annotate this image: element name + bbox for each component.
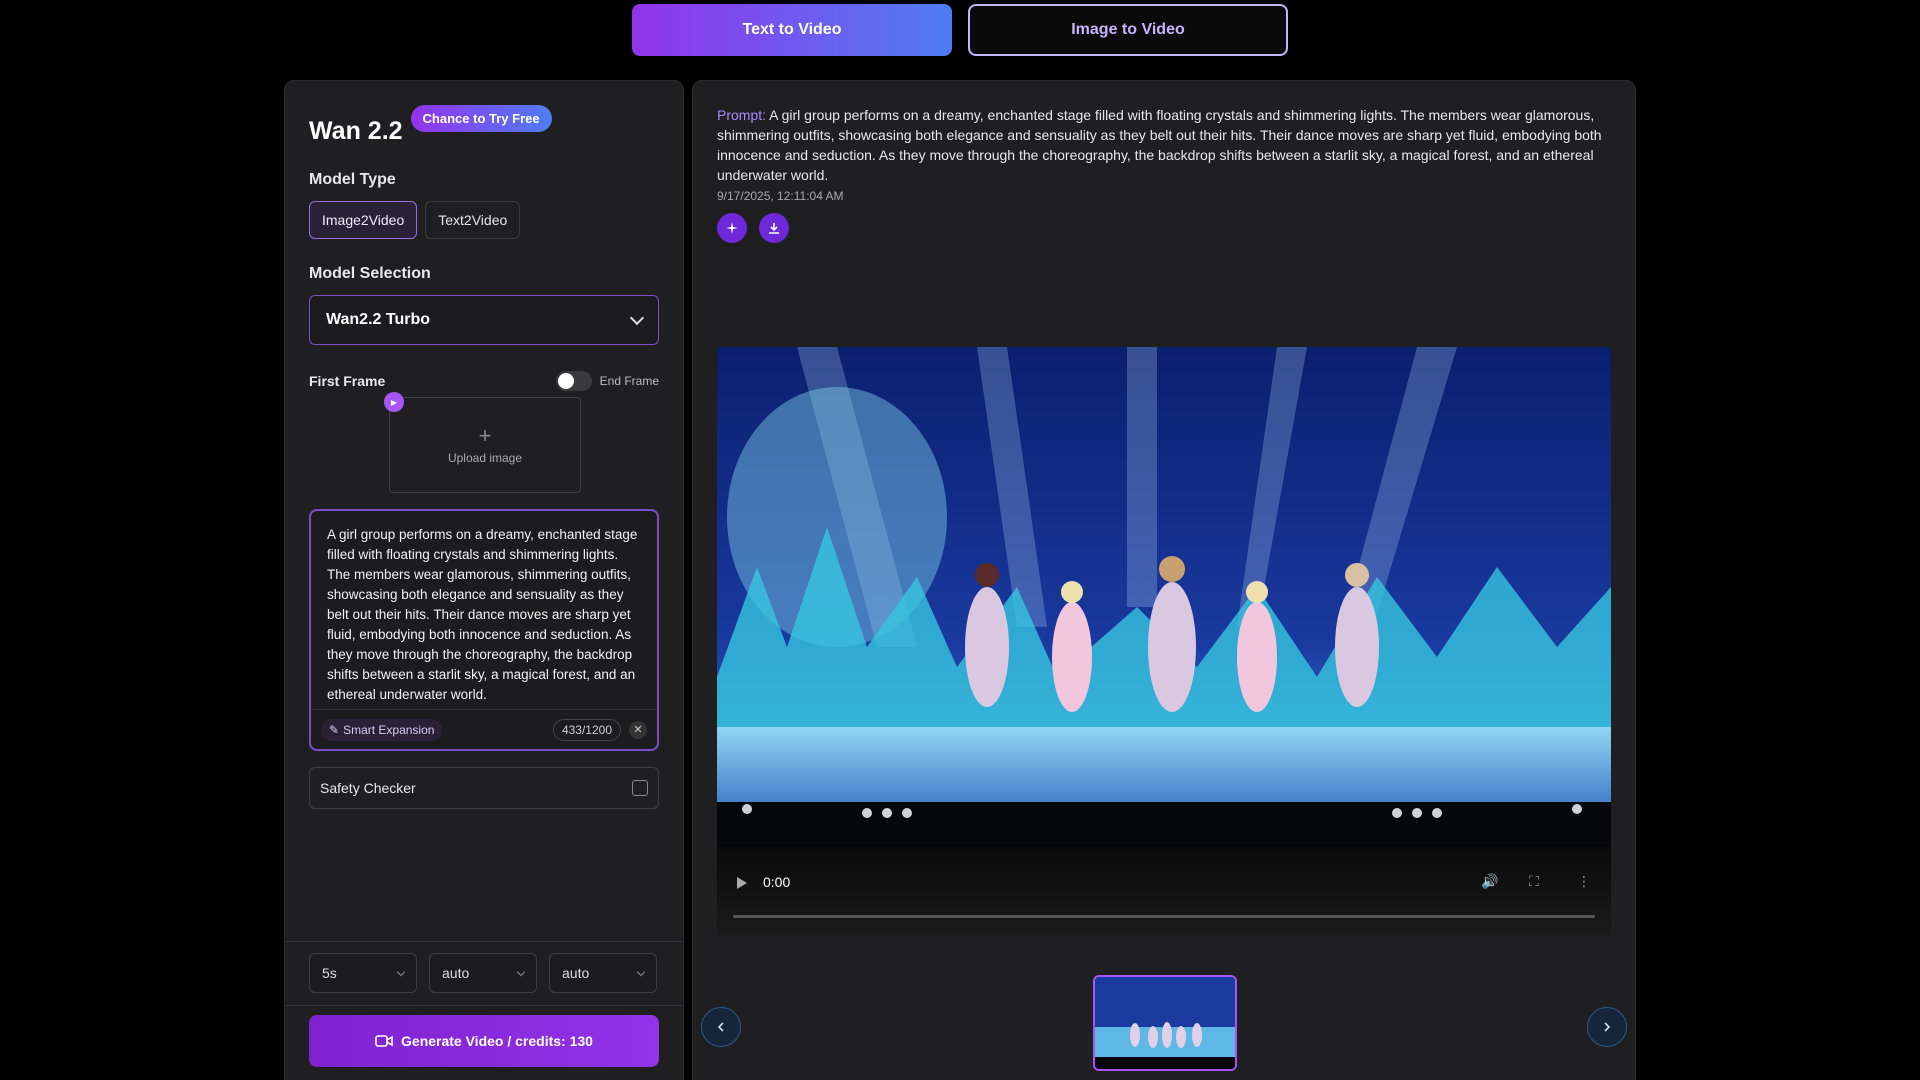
- result-actions: [717, 213, 789, 243]
- tab-image-to-video[interactable]: Image to Video: [968, 4, 1288, 56]
- pencil-icon: ✎: [329, 722, 340, 737]
- smart-expansion-label: Smart Expansion: [343, 722, 435, 737]
- more-options-icon[interactable]: ⋮: [1577, 873, 1591, 890]
- frame-row: First Frame End Frame: [309, 371, 659, 391]
- model-select-value: Wan2.2 Turbo: [326, 311, 430, 328]
- model-type-group: Image2Video Text2Video: [309, 201, 521, 239]
- divider: [285, 1005, 683, 1006]
- video-camera-icon: [375, 1035, 393, 1047]
- previous-button[interactable]: [701, 1007, 741, 1047]
- model-type-image2video-button[interactable]: Image2Video: [309, 201, 418, 239]
- free-trial-badge: Chance to Try Free: [410, 105, 552, 132]
- duration-value: 5s: [322, 965, 337, 981]
- sparkle-icon[interactable]: [717, 213, 747, 243]
- model-select[interactable]: Wan2.2 Turbo: [309, 295, 659, 345]
- clear-prompt-icon[interactable]: ✕: [629, 720, 647, 739]
- upload-image-dropzone[interactable]: ▶ + Upload image: [384, 392, 581, 493]
- tab-text-to-video[interactable]: Text to Video: [632, 4, 952, 56]
- chevron-down-icon: [636, 967, 646, 976]
- video-controls: 0:00 🔊 ⛶ ⋮: [717, 847, 1611, 935]
- prompt-textarea[interactable]: A girl group performs on a dreamy, encha…: [311, 511, 657, 709]
- prompt-input-box[interactable]: A girl group performs on a dreamy, encha…: [309, 509, 659, 751]
- end-frame-label: End Frame: [599, 374, 659, 388]
- download-icon[interactable]: [759, 213, 789, 243]
- generate-video-label: Generate Video / credits: 130: [401, 1033, 593, 1049]
- play-icon: ▶: [384, 392, 404, 412]
- chevron-down-icon: [396, 967, 406, 976]
- divider: [285, 941, 683, 942]
- mode-tabs: Text to Video Image to Video: [632, 4, 1288, 56]
- result-panel: Prompt: A girl group performs on a dream…: [692, 80, 1636, 1080]
- result-timestamp: 9/17/2025, 12:11:04 AM: [717, 189, 844, 203]
- prompt-label: Prompt:: [717, 107, 767, 123]
- first-frame-label: First Frame: [309, 373, 386, 389]
- video-player[interactable]: 0:00 🔊 ⛶ ⋮: [717, 347, 1611, 935]
- plus-icon: +: [478, 423, 492, 448]
- fullscreen-icon[interactable]: ⛶: [1529, 873, 1539, 890]
- chevron-left-icon: [717, 1022, 724, 1032]
- settings-panel: Wan 2.2 Chance to Try Free Model Type Im…: [284, 80, 684, 1080]
- model-selection-label: Model Selection: [309, 265, 431, 282]
- end-frame-toggle[interactable]: [555, 371, 592, 391]
- resolution-value: auto: [442, 965, 470, 981]
- generate-video-button[interactable]: Generate Video / credits: 130: [309, 1015, 659, 1067]
- video-frame: [717, 347, 1611, 847]
- upload-image-label: Upload image: [447, 451, 523, 465]
- video-time: 0:00: [763, 874, 791, 890]
- options-row: 5s auto auto: [309, 953, 657, 993]
- duration-select[interactable]: 5s: [309, 953, 417, 993]
- safety-checker-row[interactable]: Safety Checker: [309, 767, 659, 809]
- chevron-down-icon: [516, 967, 526, 976]
- play-icon[interactable]: [737, 877, 747, 889]
- video-thumbnail[interactable]: [1093, 975, 1237, 1071]
- model-type-label: Model Type: [309, 171, 396, 188]
- aspect-select[interactable]: auto: [549, 953, 657, 993]
- next-button[interactable]: [1587, 1007, 1627, 1047]
- title-row: Wan 2.2 Chance to Try Free: [309, 105, 552, 146]
- safety-checker-checkbox[interactable]: [632, 780, 648, 796]
- result-prompt-text: A girl group performs on a dreamy, encha…: [717, 107, 1602, 183]
- resolution-select[interactable]: auto: [429, 953, 537, 993]
- character-counter: 433/1200: [552, 718, 621, 741]
- result-prompt: Prompt: A girl group performs on a dream…: [717, 105, 1617, 185]
- model-type-text2video-button[interactable]: Text2Video: [425, 201, 521, 239]
- chevron-right-icon: [1604, 1022, 1611, 1032]
- safety-checker-label: Safety Checker: [320, 780, 416, 796]
- prompt-footer: ✎ Smart Expansion 433/1200 ✕: [311, 709, 657, 749]
- thumbnail-image: [1095, 977, 1235, 1069]
- chevron-down-icon: [629, 310, 645, 326]
- volume-icon[interactable]: 🔊: [1481, 873, 1498, 890]
- video-progress-bar[interactable]: [733, 915, 1595, 918]
- page-title: Wan 2.2: [309, 117, 403, 145]
- aspect-value: auto: [562, 965, 590, 981]
- smart-expansion-button[interactable]: ✎ Smart Expansion: [321, 718, 443, 741]
- end-frame-toggle-group: End Frame: [555, 371, 659, 391]
